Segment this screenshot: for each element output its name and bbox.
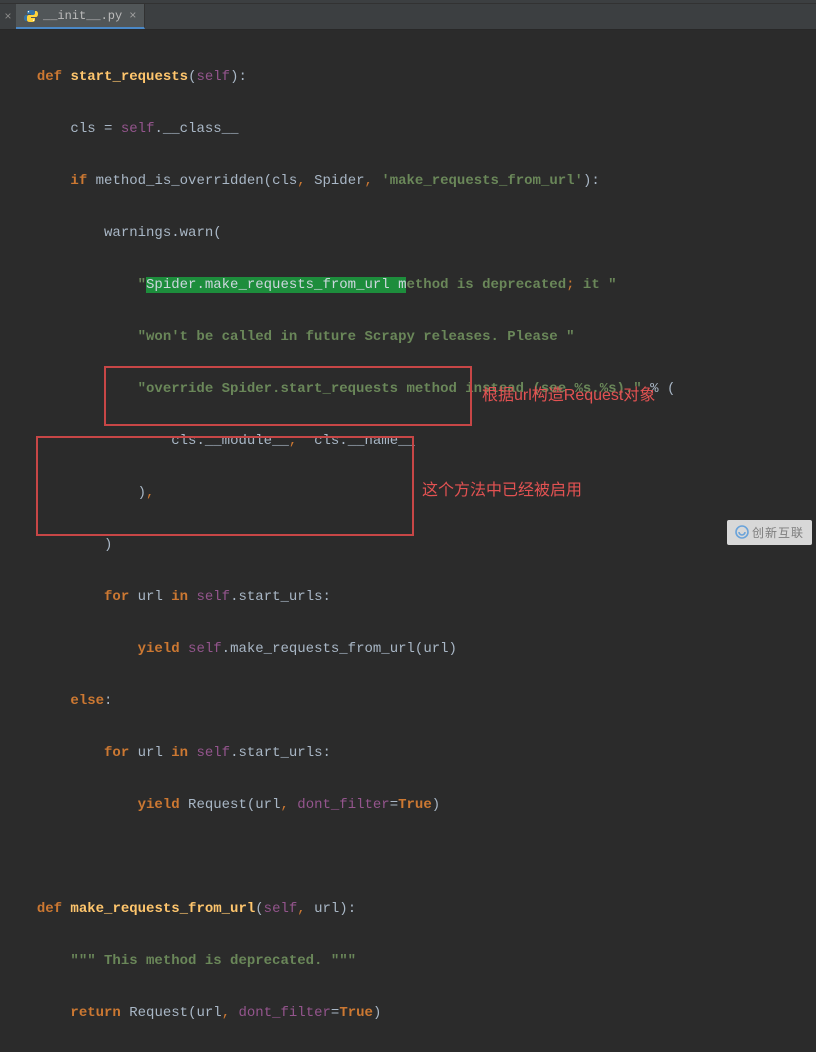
- keyword-def: def: [37, 69, 62, 85]
- fn-name: start_requests: [70, 69, 188, 85]
- python-file-icon: [24, 9, 38, 23]
- keyword-else: else: [70, 693, 104, 709]
- keyword-for: for: [104, 589, 129, 605]
- annotation-text-2: 这个方法中已经被启用: [422, 476, 582, 500]
- tab-close-icon[interactable]: ×: [129, 9, 136, 23]
- watermark: 创新互联: [727, 520, 812, 545]
- keyword-if: if: [70, 173, 87, 189]
- highlighted-selection: Spider.make_requests_from_url m: [146, 277, 406, 293]
- tab-bar: × __init__.py ×: [0, 4, 816, 30]
- tab-filename: __init__.py: [43, 9, 122, 23]
- tab-panel-close-icon[interactable]: ×: [0, 4, 16, 29]
- code-editor[interactable]: def start_requests(self): cls = self.__c…: [0, 30, 816, 1052]
- keyword-return: return: [70, 1005, 120, 1021]
- file-tab[interactable]: __init__.py ×: [16, 4, 145, 29]
- param-self: self: [196, 69, 230, 85]
- fn-name-2: make_requests_from_url: [62, 901, 255, 917]
- keyword-yield: yield: [138, 641, 180, 657]
- annotation-text-1: 根据url构造Request对象: [482, 381, 655, 405]
